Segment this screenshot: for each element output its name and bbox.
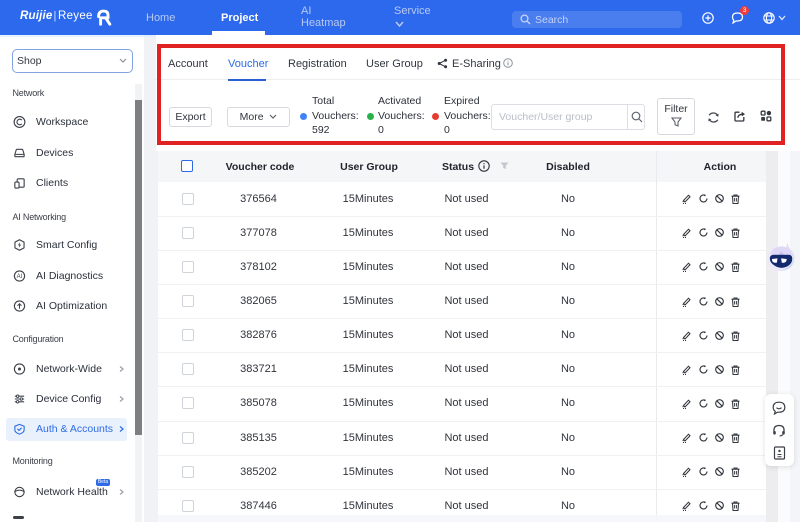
svg-text:AI: AI: [17, 274, 23, 280]
